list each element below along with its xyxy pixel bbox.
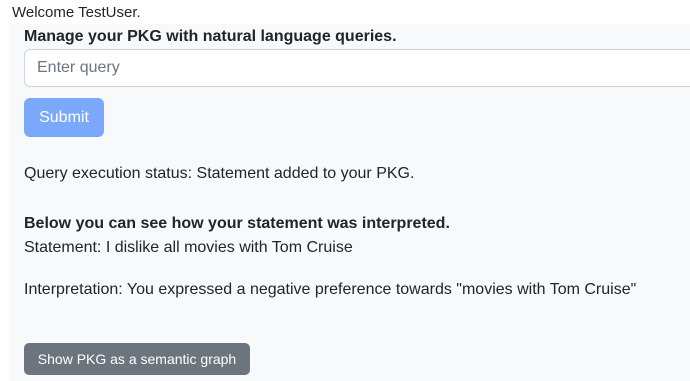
show-semantic-graph-button[interactable]: Show PKG as a semantic graph: [24, 343, 250, 375]
main-panel: Manage your PKG with natural language qu…: [10, 24, 690, 381]
query-status-text: Query execution status: Statement added …: [24, 165, 415, 182]
submit-button[interactable]: Submit: [24, 98, 104, 137]
interpretation-text: Interpretation: You expressed a negative…: [24, 281, 637, 298]
page-heading: Manage your PKG with natural language qu…: [24, 28, 397, 45]
welcome-message: Welcome TestUser.: [12, 4, 141, 21]
statement-text: Statement: I dislike all movies with Tom…: [24, 239, 353, 256]
query-input[interactable]: [24, 49, 690, 87]
page: { "welcome_text": "Welcome TestUser.", "…: [0, 0, 690, 381]
interpretation-heading: Below you can see how your statement was…: [24, 215, 450, 232]
